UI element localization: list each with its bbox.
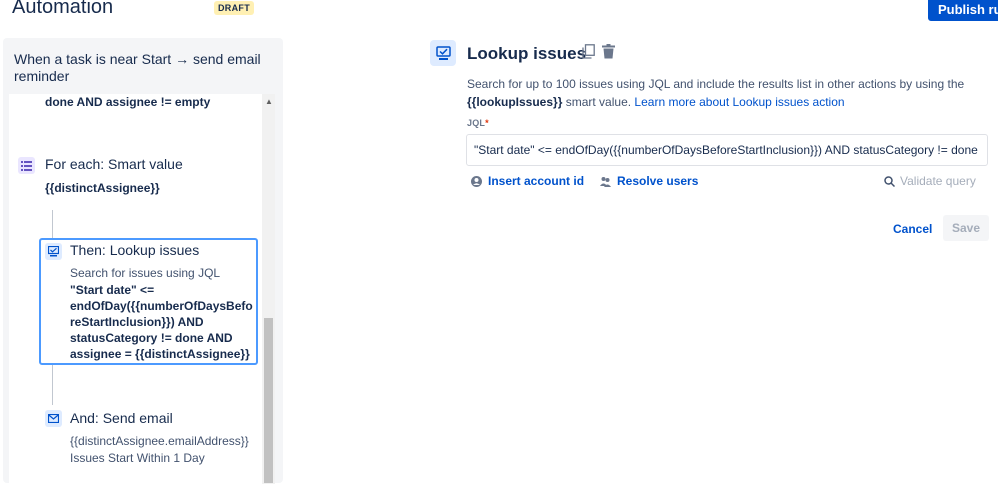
list-icon xyxy=(18,157,35,174)
user-circle-icon xyxy=(471,175,482,187)
insert-account-id-button[interactable]: Insert account id xyxy=(471,174,584,188)
lookup-node-title: Then: Lookup issues xyxy=(70,242,200,258)
validate-query-label: Validate query xyxy=(900,174,976,188)
resolve-users-label: Resolve users xyxy=(617,174,699,188)
jql-line: reStartInclusion}}) AND xyxy=(70,315,204,329)
action-title: Lookup issues xyxy=(467,44,587,63)
copy-icon[interactable] xyxy=(582,44,595,64)
trash-icon[interactable] xyxy=(602,44,615,64)
condition-jql-tail: done AND assignee != empty xyxy=(45,95,211,109)
jql-line: "Start date" <= xyxy=(70,283,155,297)
flow-connector xyxy=(52,210,53,238)
cancel-button[interactable]: Cancel xyxy=(885,217,940,241)
email-node-to: {{distinctAssignee.emailAddress}} xyxy=(70,434,249,448)
lookup-node-subtitle: Search for issues using JQL xyxy=(70,266,221,280)
scroll-up-arrow-icon[interactable]: ▲ xyxy=(265,97,273,106)
smart-value-name: {{lookupIssues}} xyxy=(467,95,563,109)
flow-connector xyxy=(52,365,53,405)
lookup-icon xyxy=(45,243,62,260)
lookup-node-jql: "Start date" <= endOfDay({{numberOfDaysB… xyxy=(70,282,253,362)
page-title: Automation xyxy=(12,0,114,18)
jql-field-label: JQL* xyxy=(467,118,489,128)
email-node-title[interactable]: And: Send email xyxy=(70,410,173,426)
jql-line: statusCategory != done AND xyxy=(70,331,233,345)
rule-name: When a task is near Start → send email r… xyxy=(14,51,261,84)
jql-line: endOfDay({{numberOfDaysBefo xyxy=(70,299,253,313)
action-description: Search for up to 100 issues using JQL an… xyxy=(467,75,967,111)
required-marker: * xyxy=(485,118,489,128)
jql-line: assignee = {{distinctAssignee}} xyxy=(70,347,250,361)
branch-smart-value: {{distinctAssignee}} xyxy=(45,181,160,195)
scroll-thumb[interactable] xyxy=(264,318,273,483)
search-icon xyxy=(884,175,895,187)
users-icon xyxy=(600,176,611,187)
learn-more-link[interactable]: Learn more about Lookup issues action xyxy=(634,95,844,109)
jql-input[interactable] xyxy=(466,134,988,166)
description-text: Search for up to 100 issues using JQL an… xyxy=(467,77,965,91)
resolve-users-button[interactable]: Resolve users xyxy=(600,174,698,188)
mail-icon xyxy=(45,410,62,427)
description-text: smart value. xyxy=(565,95,632,109)
jql-label-text: JQL xyxy=(467,118,486,128)
lookup-icon xyxy=(430,40,456,66)
publish-rule-button[interactable]: Publish rule xyxy=(928,0,998,21)
validate-query-button[interactable]: Validate query xyxy=(884,174,976,188)
save-button[interactable]: Save xyxy=(943,215,989,241)
branch-node-title[interactable]: For each: Smart value xyxy=(45,156,183,172)
email-node-subject: Issues Start Within 1 Day xyxy=(70,451,205,465)
draft-badge: DRAFT xyxy=(214,1,254,15)
insert-account-id-label: Insert account id xyxy=(488,174,585,188)
